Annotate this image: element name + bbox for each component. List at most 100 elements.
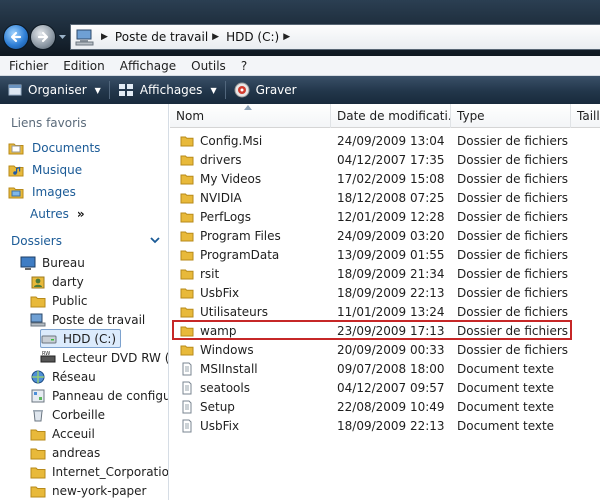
menu-outils[interactable]: Outils: [182, 59, 232, 73]
forward-button[interactable]: [30, 24, 56, 50]
tree-label: darty: [52, 274, 84, 289]
file-row[interactable]: Utilisateurs 11/01/2009 13:24 Dossier de f…: [170, 302, 600, 321]
hard-drive-icon: [41, 335, 57, 343]
more-chevron-icon: »: [76, 207, 85, 221]
file-name: My Videos: [200, 171, 262, 186]
tree-item-dvd-drive[interactable]: RW Lecteur DVD RW (H:: [40, 348, 168, 367]
back-arrow-icon: [10, 31, 22, 43]
file-name-cell: Config.Msi: [180, 131, 330, 150]
more-favorites-link[interactable]: Autres »: [0, 203, 168, 225]
file-row[interactable]: MSIInstall 09/07/2008 18:00 Document texte: [170, 359, 600, 378]
favorite-label: Images: [32, 185, 76, 199]
folders-header[interactable]: Dossiers: [0, 230, 168, 252]
column-taille[interactable]: Taill: [571, 104, 600, 128]
file-date: 18/09/2009 22:13: [337, 285, 445, 300]
tree-item-reseau[interactable]: Réseau: [30, 367, 96, 386]
file-date: 24/09/2009 13:04: [337, 133, 445, 148]
breadcrumb-arrow-icon[interactable]: ▶: [101, 32, 108, 42]
favorite-images[interactable]: Images: [0, 181, 168, 203]
tree-item-poste-de-travail[interactable]: Poste de travail: [30, 310, 145, 329]
command-bar: Organiser ▼ Affichages ▼ Graver: [0, 76, 600, 104]
dropdown-arrow-icon: ▼: [94, 85, 101, 95]
file-type: Dossier de fichiers: [457, 171, 569, 186]
column-type[interactable]: Type: [451, 104, 571, 128]
tree-item-darty[interactable]: darty: [30, 272, 84, 291]
tree-item-panneau-de-configuration[interactable]: Panneau de configura: [30, 386, 168, 405]
file-name: MSIInstall: [200, 361, 258, 376]
file-row[interactable]: UsbFix 18/09/2009 22:13 Document texte: [170, 416, 600, 435]
file-row[interactable]: UsbFix 18/09/2009 22:13 Dossier de fichier…: [170, 283, 600, 302]
tree-item-bureau[interactable]: Bureau: [20, 253, 85, 272]
breadcrumb-arrow-icon[interactable]: ▶: [212, 32, 219, 42]
file-name: seatools: [200, 380, 250, 395]
file-date: 20/09/2009 00:33: [337, 342, 445, 357]
file-date: 24/09/2009 03:20: [337, 228, 445, 243]
favorite-musique[interactable]: Musique: [0, 159, 168, 181]
tree-label: Public: [52, 293, 88, 308]
file-name: ProgramData: [200, 247, 280, 262]
file-type: Dossier de fichiers: [457, 247, 569, 262]
address-field[interactable]: ▶ Poste de travail ▶ HDD (C:) ▶: [70, 24, 600, 50]
tree-item-corbeille[interactable]: Corbeille: [30, 405, 105, 424]
file-row[interactable]: PerfLogs 12/01/2009 12:28 Dossier de fichi…: [170, 207, 600, 226]
folder-icon: [180, 326, 194, 336]
file-type: Document texte: [457, 380, 555, 395]
tree-item-andreas[interactable]: andreas: [30, 443, 100, 462]
file-row[interactable]: ProgramData 13/09/2009 01:55 Dossier de fi…: [170, 245, 600, 264]
file-row[interactable]: drivers 04/12/2007 17:35 Dossier de fichie…: [170, 150, 600, 169]
file-date: 18/09/2009 21:34: [337, 266, 445, 281]
file-row[interactable]: wamp 23/09/2009 17:13 Dossier de fichiers: [170, 321, 600, 340]
file-date: 18/12/2008 07:25: [337, 190, 445, 205]
tree-label: HDD (C:): [63, 331, 117, 346]
file-name-cell: Utilisateurs: [180, 302, 330, 321]
file-name-cell: MSIInstall: [180, 359, 330, 378]
favorite-label: Musique: [32, 163, 83, 177]
file-date: 22/08/2009 10:49: [337, 399, 445, 414]
file-date: 11/01/2009 13:24: [337, 304, 445, 319]
tree-item-hdd-selected[interactable]: HDD (C:): [40, 329, 122, 348]
tree-item-public[interactable]: Public: [30, 291, 88, 310]
breadcrumb-hdd[interactable]: HDD (C:): [226, 30, 279, 44]
recycle-bin-icon: [33, 409, 43, 421]
tree-item-acceuil[interactable]: Acceuil: [30, 424, 95, 443]
file-row[interactable]: rsit 18/09/2009 21:34 Dossier de fichiers: [170, 264, 600, 283]
recent-pages-dropdown-icon[interactable]: [58, 33, 67, 41]
folder-icon: [180, 269, 194, 279]
network-icon: [31, 370, 45, 383]
menu-bar: Fichier Edition Affichage Outils ?: [0, 56, 600, 76]
menu-help[interactable]: ?: [232, 59, 253, 73]
file-row[interactable]: Setup 22/08/2009 10:49 Document texte: [170, 397, 600, 416]
affichages-button[interactable]: Affichages ▼: [110, 76, 225, 104]
breadcrumb-poste-de-travail[interactable]: Poste de travail: [115, 30, 208, 44]
menu-edition[interactable]: Edition: [54, 59, 111, 73]
tree-item-internet-corporation[interactable]: Internet_Corporation: [30, 462, 168, 481]
organiser-button[interactable]: Organiser ▼: [0, 76, 109, 104]
file-row[interactable]: seatools 04/12/2007 09:57 Document texte: [170, 378, 600, 397]
favorite-documents[interactable]: Documents: [0, 137, 168, 159]
file-date: 09/07/2008 18:00: [337, 361, 445, 376]
file-row[interactable]: Config.Msi 24/09/2009 13:04 Dossier de fic…: [170, 131, 600, 150]
computer-icon: [30, 313, 46, 326]
file-row[interactable]: My Videos 17/02/2009 15:08 Dossier de fich…: [170, 169, 600, 188]
column-nom[interactable]: Nom: [170, 104, 331, 128]
address-bar-area: ▶ Poste de travail ▶ HDD (C:) ▶: [0, 0, 600, 56]
file-type: Dossier de fichiers: [457, 304, 569, 319]
breadcrumb-arrow-icon[interactable]: ▶: [283, 32, 290, 42]
menu-fichier[interactable]: Fichier: [0, 59, 54, 73]
text-document-icon: [182, 381, 192, 394]
file-row[interactable]: Program Files 24/09/2009 03:20 Dossier de …: [170, 226, 600, 245]
file-date: 23/09/2009 17:13: [337, 323, 445, 338]
tree-item-new-york-paper[interactable]: new-york-paper: [30, 481, 146, 500]
graver-button[interactable]: Graver: [226, 76, 305, 104]
file-name-cell: UsbFix: [180, 416, 330, 435]
file-row[interactable]: NVIDIA 18/12/2008 07:25 Dossier de fichier…: [170, 188, 600, 207]
menu-affichage[interactable]: Affichage: [111, 59, 182, 73]
column-date[interactable]: Date de modificati...: [331, 104, 451, 128]
file-name-cell: Windows: [180, 340, 330, 359]
file-list: Nom Date de modificati... Type Taill Con…: [170, 104, 600, 500]
file-name-cell: wamp: [180, 321, 330, 340]
back-button[interactable]: [3, 24, 29, 50]
collapse-chevron-icon[interactable]: [149, 234, 161, 246]
file-row[interactable]: Windows 20/09/2009 00:33 Dossier de fichie…: [170, 340, 600, 359]
file-type: Dossier de fichiers: [457, 342, 569, 357]
